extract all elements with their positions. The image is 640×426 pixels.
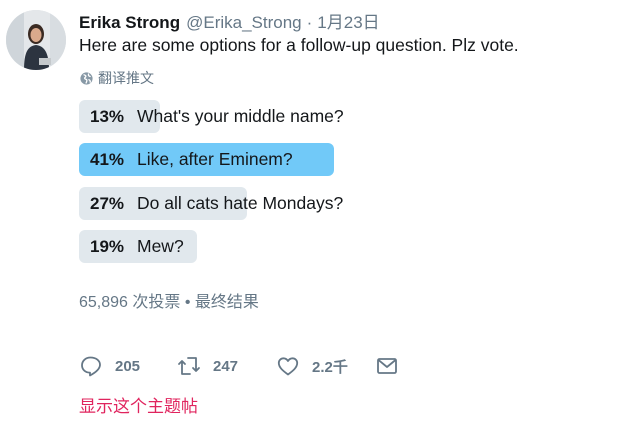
avatar-photo <box>6 10 66 70</box>
author-name[interactable]: Erika Strong <box>79 13 180 33</box>
show-thread-link[interactable]: 显示这个主题帖 <box>79 392 198 417</box>
poll-option-4: 19% Mew? <box>79 230 379 263</box>
translate-tweet-link[interactable]: 翻译推文 <box>80 68 154 88</box>
reply-icon <box>81 356 101 377</box>
direct-message-icon <box>377 358 397 374</box>
header-separator: · <box>306 13 313 32</box>
reply-count: 205 <box>115 357 141 375</box>
poll-option-2: 41% Like, after Eminem? <box>79 143 379 176</box>
retweet-count: 247 <box>213 357 239 375</box>
poll-summary: 65,896 次投票 • 最终结果 <box>79 294 259 311</box>
poll-label: Mew? <box>137 236 184 256</box>
poll-percent: 41% <box>90 150 125 169</box>
author-handle[interactable]: @Erika_Strong <box>186 13 302 33</box>
tweet-date[interactable]: 1月23日 <box>317 8 379 33</box>
tweet-text: Here are some options for a follow-up qu… <box>79 35 519 55</box>
globe-icon <box>80 71 93 85</box>
direct-message-button[interactable] <box>375 352 399 380</box>
poll-label: What's your middle name? <box>137 106 344 126</box>
retweet-button[interactable]: 247 <box>177 352 238 380</box>
poll-percent: 13% <box>90 107 125 126</box>
translate-label: 翻译推文 <box>98 70 154 86</box>
retweet-icon <box>178 357 200 375</box>
like-count: 2.2千 <box>312 358 348 376</box>
like-button[interactable]: 2.2千 <box>276 352 348 380</box>
poll-label: Like, after Eminem? <box>137 149 293 169</box>
poll-percent: 19% <box>90 237 125 256</box>
poll-option-3: 27% Do all cats hate Mondays? <box>79 187 379 220</box>
reply-button[interactable]: 205 <box>79 352 140 380</box>
tweet-actions: 205 247 2.2千 <box>79 352 439 380</box>
like-icon <box>277 357 299 376</box>
tweet-header: Erika Strong @Erika_Strong · 1月23日 <box>79 8 380 33</box>
poll-option-1: 13% What's your middle name? <box>79 100 379 133</box>
poll-percent: 27% <box>90 194 125 213</box>
poll-label: Do all cats hate Mondays? <box>137 193 344 213</box>
avatar[interactable] <box>6 10 66 70</box>
